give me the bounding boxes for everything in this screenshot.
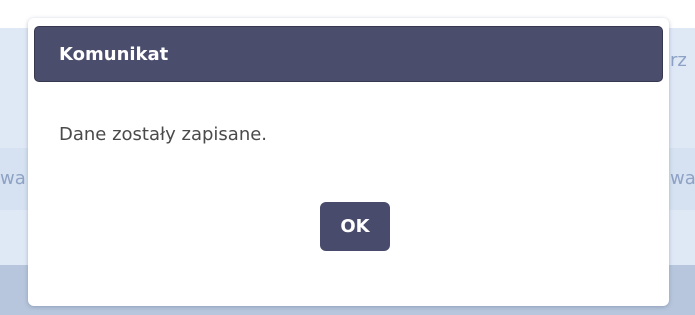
dialog-message: Dane zostały zapisane. [59, 124, 268, 145]
background-text-fragment: rz [670, 50, 687, 71]
ok-button[interactable]: OK [320, 202, 390, 251]
background-text-fragment: wa [0, 168, 26, 189]
message-dialog: Komunikat Dane zostały zapisane. OK [28, 18, 669, 306]
dialog-header: Komunikat [34, 26, 663, 82]
dialog-title: Komunikat [59, 44, 169, 65]
background-text-fragment: wa [670, 168, 695, 189]
